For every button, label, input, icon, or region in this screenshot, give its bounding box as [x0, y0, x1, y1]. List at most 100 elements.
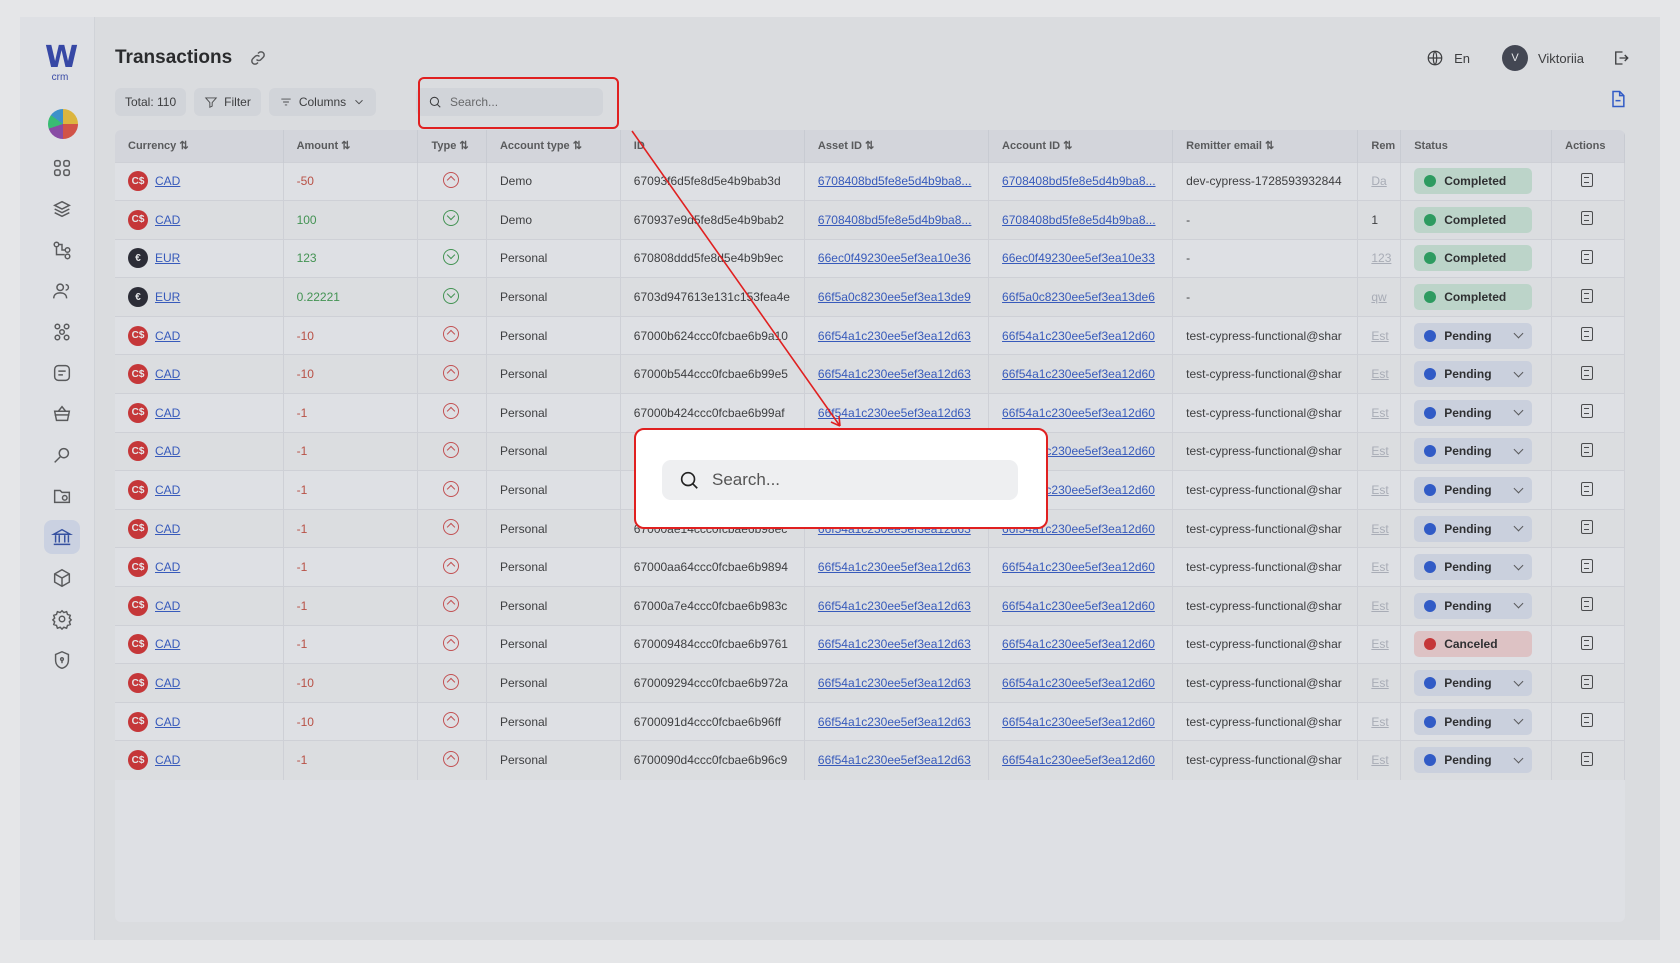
account-id-link[interactable]: 66f54a1c230ee5ef3ea12d60 — [1002, 560, 1155, 574]
status-badge[interactable]: Pending — [1414, 477, 1533, 504]
table-row[interactable]: C$ CAD -50 Demo 67093f6d5fe8d5e4b9bab3d 6… — [115, 161, 1625, 201]
currency-link[interactable]: CAD — [155, 637, 180, 651]
col-rem[interactable]: Rem — [1357, 130, 1402, 162]
status-badge[interactable]: Pending — [1414, 438, 1533, 465]
asset-id-link[interactable]: 66f54a1c230ee5ef3ea12d63 — [818, 367, 971, 381]
currency-link[interactable]: CAD — [155, 367, 180, 381]
rem-value[interactable]: Est — [1371, 522, 1388, 536]
details-icon[interactable] — [1581, 635, 1594, 650]
details-icon[interactable] — [1581, 597, 1594, 612]
currency-link[interactable]: CAD — [155, 406, 180, 420]
status-badge[interactable]: Pending — [1414, 361, 1533, 388]
account-id-link[interactable]: 66f54a1c230ee5ef3ea12d60 — [1002, 599, 1155, 613]
account-id-link[interactable]: 66f54a1c230ee5ef3ea12d60 — [1002, 329, 1155, 343]
asset-id-link[interactable]: 66ec0f49230ee5ef3ea10e36 — [818, 251, 971, 265]
sidebar-item-dashboard[interactable] — [44, 151, 80, 185]
columns-button[interactable]: Columns — [268, 88, 377, 116]
details-icon[interactable] — [1581, 481, 1594, 496]
col-id[interactable]: ID — [620, 130, 805, 162]
status-badge[interactable]: Pending — [1414, 670, 1533, 697]
table-row[interactable]: C$ CAD -1 Personal 67000a7e4ccc0fcbae6b98… — [115, 586, 1625, 626]
currency-link[interactable]: CAD — [155, 676, 180, 690]
account-id-link[interactable]: 6708408bd5fe8e5d4b9ba8... — [1002, 174, 1156, 188]
link-icon[interactable] — [249, 49, 267, 67]
rem-value[interactable]: Est — [1371, 560, 1388, 574]
currency-link[interactable]: CAD — [155, 560, 180, 574]
col-remitter-email[interactable]: Remitter email ⇅ — [1172, 130, 1359, 162]
asset-id-link[interactable]: 66f54a1c230ee5ef3ea12d63 — [818, 637, 971, 651]
details-icon[interactable] — [1581, 674, 1594, 689]
status-badge[interactable]: Pending — [1414, 554, 1533, 581]
rem-value[interactable]: Est — [1371, 483, 1388, 497]
status-badge[interactable]: Pending — [1414, 399, 1533, 426]
sidebar-item-basket[interactable] — [44, 397, 80, 431]
rem-value[interactable]: Est — [1371, 406, 1388, 420]
language-selector[interactable]: En — [1454, 51, 1470, 66]
status-badge[interactable]: Pending — [1414, 322, 1533, 349]
sidebar-item-search[interactable] — [44, 438, 80, 472]
account-id-link[interactable]: 66f54a1c230ee5ef3ea12d60 — [1002, 715, 1155, 729]
table-row[interactable]: C$ CAD -10 Personal 6700091d4ccc0fcbae6b9… — [115, 701, 1625, 741]
account-id-link[interactable]: 66f54a1c230ee5ef3ea12d60 — [1002, 753, 1155, 767]
rem-value[interactable]: Est — [1371, 753, 1388, 767]
user-name[interactable]: Viktoriia — [1538, 51, 1584, 66]
table-row[interactable]: € EUR 123 Personal 670808ddd5fe8d5e4b9b9e… — [115, 238, 1625, 278]
sidebar-item-hierarchy[interactable] — [44, 233, 80, 267]
currency-link[interactable]: CAD — [155, 329, 180, 343]
sidebar-item-folder[interactable] — [44, 479, 80, 513]
currency-link[interactable]: EUR — [155, 290, 180, 304]
rem-value[interactable]: Est — [1371, 367, 1388, 381]
account-id-link[interactable]: 66f54a1c230ee5ef3ea12d60 — [1002, 367, 1155, 381]
col-status[interactable]: Status — [1400, 130, 1553, 162]
col-account-type[interactable]: Account type ⇅ — [486, 130, 621, 162]
rem-value[interactable]: Est — [1371, 599, 1388, 613]
col-asset-id[interactable]: Asset ID ⇅ — [804, 130, 990, 162]
sidebar-item-messages[interactable] — [44, 356, 80, 390]
details-icon[interactable] — [1581, 713, 1594, 728]
table-row[interactable]: € EUR 0.22221 Personal 6703d947613e131c15… — [115, 277, 1625, 317]
asset-id-link[interactable]: 66f54a1c230ee5ef3ea12d63 — [818, 406, 971, 420]
zoomed-search-input[interactable]: Search... — [662, 460, 1018, 500]
account-id-link[interactable]: 66f54a1c230ee5ef3ea12d60 — [1002, 406, 1155, 420]
currency-link[interactable]: CAD — [155, 599, 180, 613]
details-icon[interactable] — [1581, 442, 1594, 457]
currency-link[interactable]: CAD — [155, 174, 180, 188]
col-account-id[interactable]: Account ID ⇅ — [988, 130, 1174, 162]
table-row[interactable]: C$ CAD -10 Personal 67000b624ccc0fcbae6b9… — [115, 315, 1625, 355]
details-icon[interactable] — [1581, 404, 1594, 419]
rem-value[interactable]: Est — [1371, 715, 1388, 729]
logout-icon[interactable] — [1612, 49, 1630, 67]
dashboard-pie-icon[interactable] — [48, 109, 78, 139]
sidebar-item-transactions[interactable] — [44, 520, 80, 554]
rem-value[interactable]: 123 — [1371, 251, 1391, 265]
currency-link[interactable]: CAD — [155, 444, 180, 458]
details-icon[interactable] — [1581, 558, 1594, 573]
currency-link[interactable]: CAD — [155, 483, 180, 497]
rem-value[interactable]: Est — [1371, 676, 1388, 690]
currency-link[interactable]: CAD — [155, 213, 180, 227]
globe-icon[interactable] — [1426, 49, 1444, 67]
currency-link[interactable]: EUR — [155, 251, 180, 265]
details-icon[interactable] — [1581, 365, 1594, 380]
table-row[interactable]: C$ CAD -1 Personal 6700090d4ccc0fcbae6b96… — [115, 740, 1625, 780]
details-icon[interactable] — [1581, 520, 1594, 535]
status-badge[interactable]: Pending — [1414, 592, 1533, 619]
asset-id-link[interactable]: 66f54a1c230ee5ef3ea12d63 — [818, 676, 971, 690]
asset-id-link[interactable]: 66f5a0c8230ee5ef3ea13de9 — [818, 290, 971, 304]
asset-id-link[interactable]: 66f54a1c230ee5ef3ea12d63 — [818, 715, 971, 729]
app-logo[interactable]: W crm — [40, 43, 80, 83]
col-currency[interactable]: Currency ⇅ — [115, 130, 284, 162]
currency-link[interactable]: CAD — [155, 715, 180, 729]
asset-id-link[interactable]: 66f54a1c230ee5ef3ea12d63 — [818, 329, 971, 343]
status-badge[interactable]: Pending — [1414, 747, 1533, 774]
rem-value[interactable]: Da — [1371, 174, 1386, 188]
avatar[interactable]: V — [1501, 45, 1528, 71]
table-row[interactable]: C$ CAD -10 Personal 670009294ccc0fcbae6b9… — [115, 663, 1625, 703]
asset-id-link[interactable]: 6708408bd5fe8e5d4b9ba8... — [818, 213, 972, 227]
sidebar-item-users[interactable] — [44, 274, 80, 308]
account-id-link[interactable]: 66f54a1c230ee5ef3ea12d60 — [1002, 637, 1155, 651]
asset-id-link[interactable]: 66f54a1c230ee5ef3ea12d63 — [818, 753, 971, 767]
rem-value[interactable]: Est — [1371, 637, 1388, 651]
asset-id-link[interactable]: 66f54a1c230ee5ef3ea12d63 — [818, 560, 971, 574]
details-icon[interactable] — [1581, 249, 1594, 264]
